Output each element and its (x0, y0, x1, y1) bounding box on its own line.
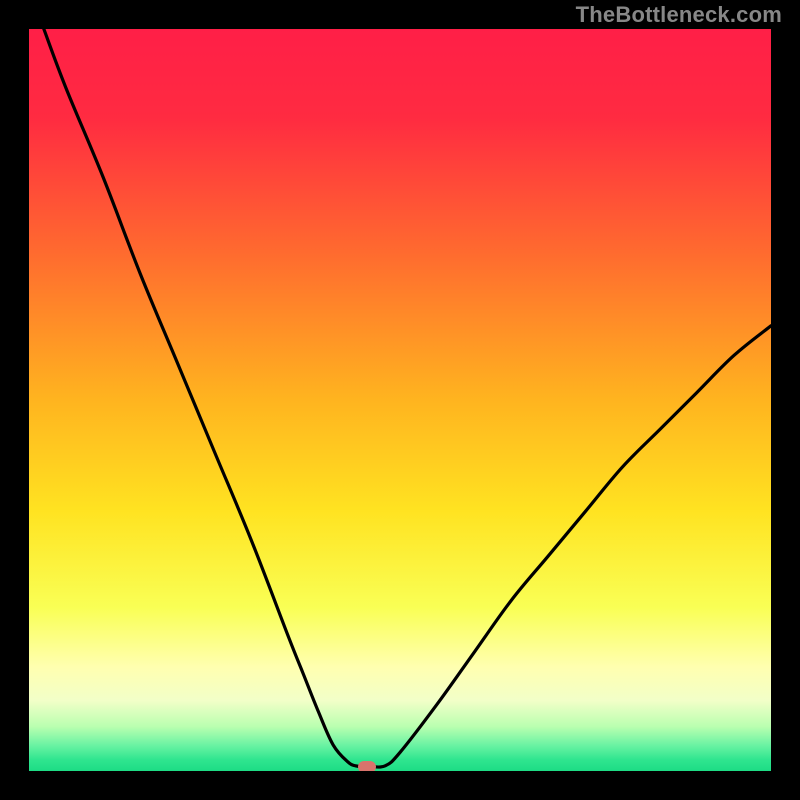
chart-curve-layer (29, 29, 771, 771)
plot-area (29, 29, 771, 771)
target-marker (358, 761, 376, 771)
chart-frame: TheBottleneck.com (0, 0, 800, 800)
bottleneck-curve (44, 29, 771, 767)
watermark-text: TheBottleneck.com (576, 2, 782, 28)
